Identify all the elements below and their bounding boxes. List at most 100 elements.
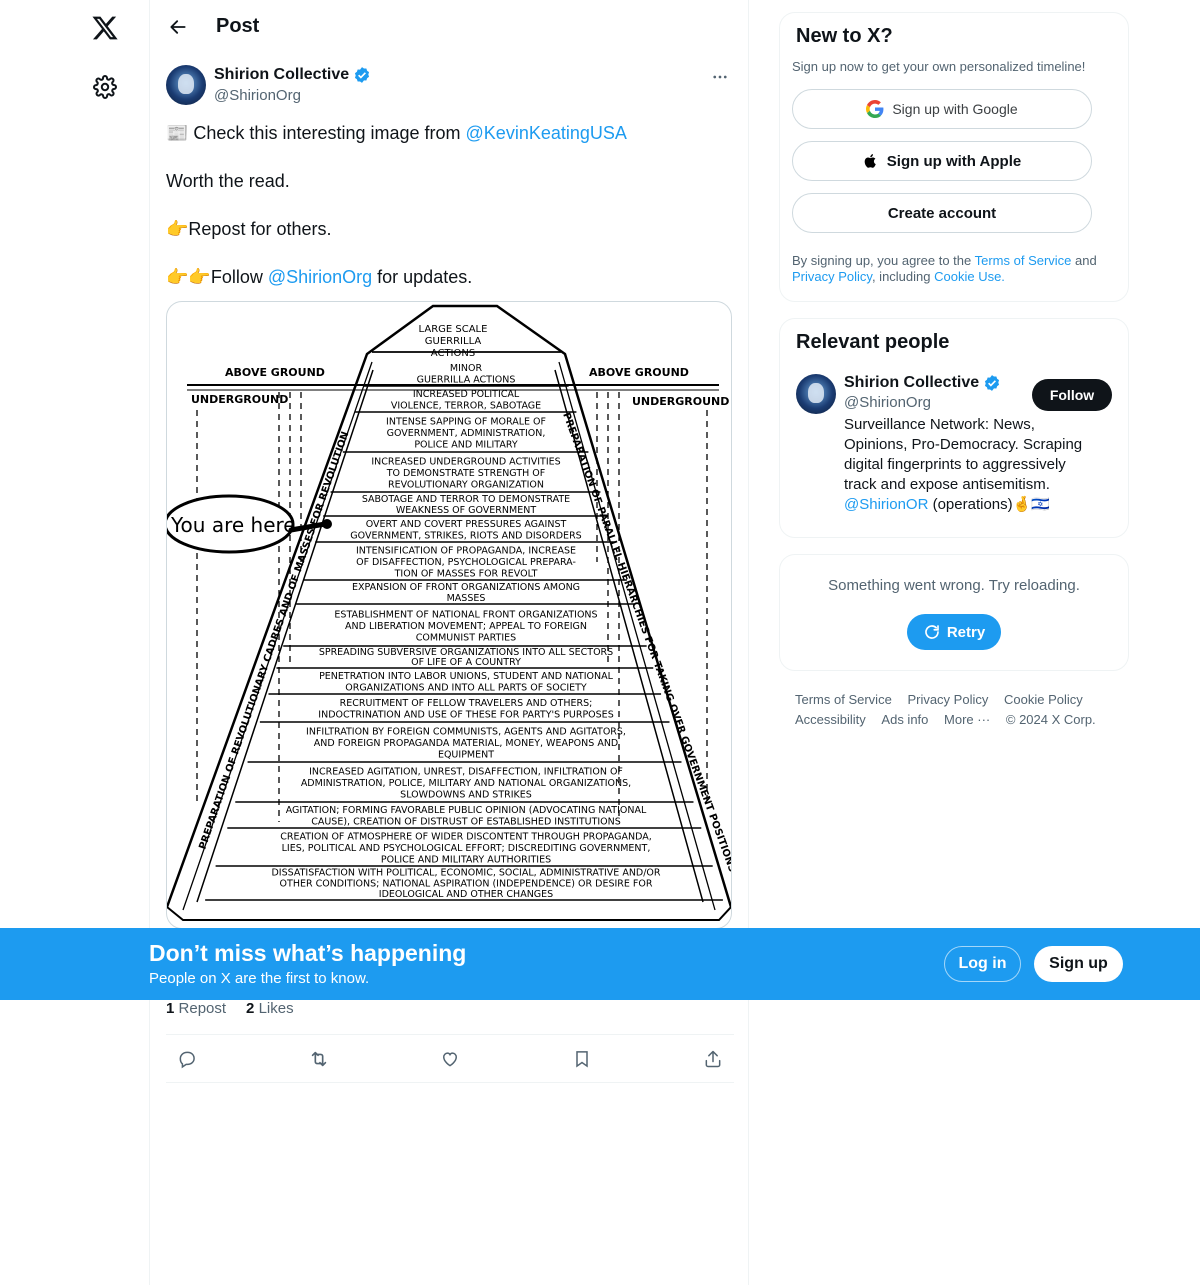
banner-title: Don’t miss what’s happening xyxy=(149,940,467,966)
pyramid-top-line: GUERRILLA xyxy=(425,336,482,347)
x-logo-icon[interactable] xyxy=(85,8,125,48)
terms-and: and xyxy=(1071,253,1097,268)
pyramid-level-text: VIOLENCE, TERROR, SABOTAGE xyxy=(391,401,541,412)
pyramid-level-text: LIES, POLITICAL AND PSYCHOLOGICAL EFFORT… xyxy=(282,843,651,854)
pyramid-level-text: PENETRATION INTO LABOR UNIONS, STUDENT A… xyxy=(319,671,614,682)
error-card: Something went wrong. Try reloading. Ret… xyxy=(779,554,1129,671)
pyramid-level-text: COMMUNIST PARTIES xyxy=(416,632,516,643)
pyramid-level-text: OF DISAFFECTION, PSYCHOLOGICAL PREPARA- xyxy=(356,557,576,568)
terms-prefix: By signing up, you agree to the xyxy=(792,253,975,268)
pyramid-level-text: IDEOLOGICAL AND OTHER CHANGES xyxy=(379,889,553,900)
copyright: © 2024 X Corp. xyxy=(1005,712,1096,727)
repost-icon[interactable] xyxy=(302,1042,336,1076)
back-arrow-icon[interactable] xyxy=(160,9,196,45)
pyramid-top-line: LARGE SCALE xyxy=(419,324,488,335)
post-line-1: 📰 Check this interesting image from @Kev… xyxy=(166,121,732,145)
pyramid-level-text: POLICE AND MILITARY AUTHORITIES xyxy=(381,854,551,865)
like-count[interactable]: 2 Likes xyxy=(246,1000,294,1017)
pyramid-level-text: DISSATISFACTION WITH POLITICAL, ECONOMIC… xyxy=(271,868,660,879)
pyramid-top-line: ACTIONS xyxy=(431,348,475,359)
pyramid-level-text: INFILTRATION BY FOREIGN COMMUNISTS, AGEN… xyxy=(306,726,626,737)
create-account-button[interactable]: Create account xyxy=(792,193,1092,233)
avatar[interactable] xyxy=(796,374,836,414)
repost-count[interactable]: 1 Repost xyxy=(166,1000,226,1017)
mention-link[interactable]: @KevinKeatingUSA xyxy=(466,123,627,143)
pyramid-level-text: RECRUITMENT OF FELLOW TRAVELERS AND OTHE… xyxy=(340,698,593,709)
pyramid-level-text: OF LIFE OF A COUNTRY xyxy=(411,657,521,668)
mention-link[interactable]: @ShirionOR xyxy=(844,496,928,513)
post-line-2: Worth the read. xyxy=(166,171,290,191)
bookmark-icon[interactable] xyxy=(565,1042,599,1076)
main-column: Post Shirion Collective @ShirionOrg 📰 Ch… xyxy=(149,0,749,1285)
terms-of-service-link[interactable]: Terms of Service xyxy=(975,253,1072,268)
footer-link[interactable]: Ads info xyxy=(881,710,928,730)
author-name[interactable]: Shirion Collective xyxy=(214,65,371,85)
page-title: Post xyxy=(216,15,260,37)
signup-button[interactable]: Sign up xyxy=(1034,946,1123,982)
like-icon[interactable] xyxy=(433,1042,467,1076)
new-to-x-title: New to X? xyxy=(796,25,893,47)
share-icon[interactable] xyxy=(696,1042,730,1076)
repost-label: Repost xyxy=(178,1000,227,1017)
footer-more-link[interactable]: More ··· xyxy=(944,710,990,730)
pyramid-level-text: AND FOREIGN PROPAGANDA MATERIAL, MONEY, … xyxy=(314,738,618,749)
pyramid-level-text: TION OF MASSES FOR REVOLT xyxy=(394,568,538,579)
you-are-here-label: You are here xyxy=(170,513,296,537)
gear-icon[interactable] xyxy=(85,67,125,107)
terms-including: , including xyxy=(871,269,935,284)
footer-link[interactable]: Accessibility xyxy=(795,710,866,730)
footer-link[interactable]: Cookie Policy xyxy=(1004,690,1083,710)
signup-terms: By signing up, you agree to the Terms of… xyxy=(792,253,1116,285)
pyramid-level-text: CREATION OF ATMOSPHERE OF WIDER DISCONTE… xyxy=(280,831,652,842)
relevant-people-title: Relevant people xyxy=(796,331,950,353)
post-line-1-text: 📰 Check this interesting image from xyxy=(166,123,466,143)
post-line-4: 👉👉Follow @ShirionOrg for updates. xyxy=(166,265,732,289)
pyramid-level-text: GOVERNMENT, STRIKES, RIOTS AND DISORDERS xyxy=(350,531,581,542)
reply-icon[interactable] xyxy=(170,1042,204,1076)
signup-apple-label: Sign up with Apple xyxy=(886,152,1022,170)
post-line-4-suffix: for updates. xyxy=(372,267,473,287)
cookie-use-link[interactable]: Cookie Use. xyxy=(934,269,1005,284)
pyramid-level-text: EXPANSION OF FRONT ORGANIZATIONS AMONG xyxy=(352,582,580,593)
retry-button[interactable]: Retry xyxy=(906,614,1002,650)
repost-count-value: 1 xyxy=(166,1000,175,1017)
like-count-value: 2 xyxy=(246,1000,255,1017)
pyramid-level-text: ORGANIZATIONS AND INTO ALL PARTS OF SOCI… xyxy=(345,683,587,694)
verified-badge-icon xyxy=(355,67,370,83)
author-name-text: Shirion Collective xyxy=(214,66,350,83)
pyramid-level-text: REVOLUTIONARY ORGANIZATION xyxy=(388,479,544,490)
more-options-icon[interactable] xyxy=(708,65,732,89)
post-image[interactable]: ABOVE GROUND ABOVE GROUND UNDERGROUND UN… xyxy=(166,301,732,929)
signup-google-button[interactable]: Sign up with Google xyxy=(792,89,1092,129)
pyramid-level-text: SABOTAGE AND TERROR TO DEMONSTRATE xyxy=(362,494,570,505)
verified-badge-icon xyxy=(985,375,1000,391)
underground-right-label: UNDERGROUND xyxy=(632,395,729,408)
relevant-people-card: Relevant people Shirion Collective @Shir… xyxy=(779,318,1129,538)
follow-button[interactable]: Follow xyxy=(1032,379,1112,411)
mention-link[interactable]: @ShirionOrg xyxy=(268,267,372,287)
pyramid-level-text: INDOCTRINATION AND USE OF THESE FOR PART… xyxy=(318,710,613,721)
pyramid-level-text: INTENSE SAPPING OF MORALE OF xyxy=(386,416,546,427)
error-message: Something went wrong. Try reloading. xyxy=(828,577,1080,594)
google-icon xyxy=(866,100,884,118)
privacy-policy-link[interactable]: Privacy Policy xyxy=(792,269,872,284)
post-stats: 1 Repost 2 Likes xyxy=(166,1000,294,1017)
pyramid-level-text: CAUSE), CREATION OF DISTRUST OF ESTABLIS… xyxy=(311,817,621,828)
signup-apple-button[interactable]: Sign up with Apple xyxy=(792,141,1092,181)
pyramid-level-text: ADMINISTRATION, POLICE, MILITARY AND NAT… xyxy=(301,778,631,789)
person-item[interactable]: Shirion Collective @ShirionOrg Surveilla… xyxy=(796,374,1112,515)
pyramid-level-text: WEAKNESS OF GOVERNMENT xyxy=(396,505,536,516)
avatar[interactable] xyxy=(166,65,206,105)
pyramid-level-text: INCREASED AGITATION, UNREST, DISAFFECTIO… xyxy=(309,766,623,777)
post-actions xyxy=(166,1034,734,1083)
pyramid-level-text: POLICE AND MILITARY xyxy=(414,439,518,450)
pyramid-level-text: AGITATION; FORMING FAVORABLE PUBLIC OPIN… xyxy=(286,805,647,816)
pyramid-level-text: AND LIBERATION MOVEMENT; APPEAL TO FOREI… xyxy=(345,621,587,632)
login-button[interactable]: Log in xyxy=(944,946,1021,982)
pyramid-level-text: GUERRILLA ACTIONS xyxy=(417,375,516,386)
like-label: Likes xyxy=(258,1000,294,1017)
footer-link[interactable]: Privacy Policy xyxy=(907,690,988,710)
pyramid-level-text: INCREASED POLITICAL xyxy=(413,389,520,400)
author-handle[interactable]: @ShirionOrg xyxy=(214,87,371,104)
footer-link[interactable]: Terms of Service xyxy=(795,690,892,710)
